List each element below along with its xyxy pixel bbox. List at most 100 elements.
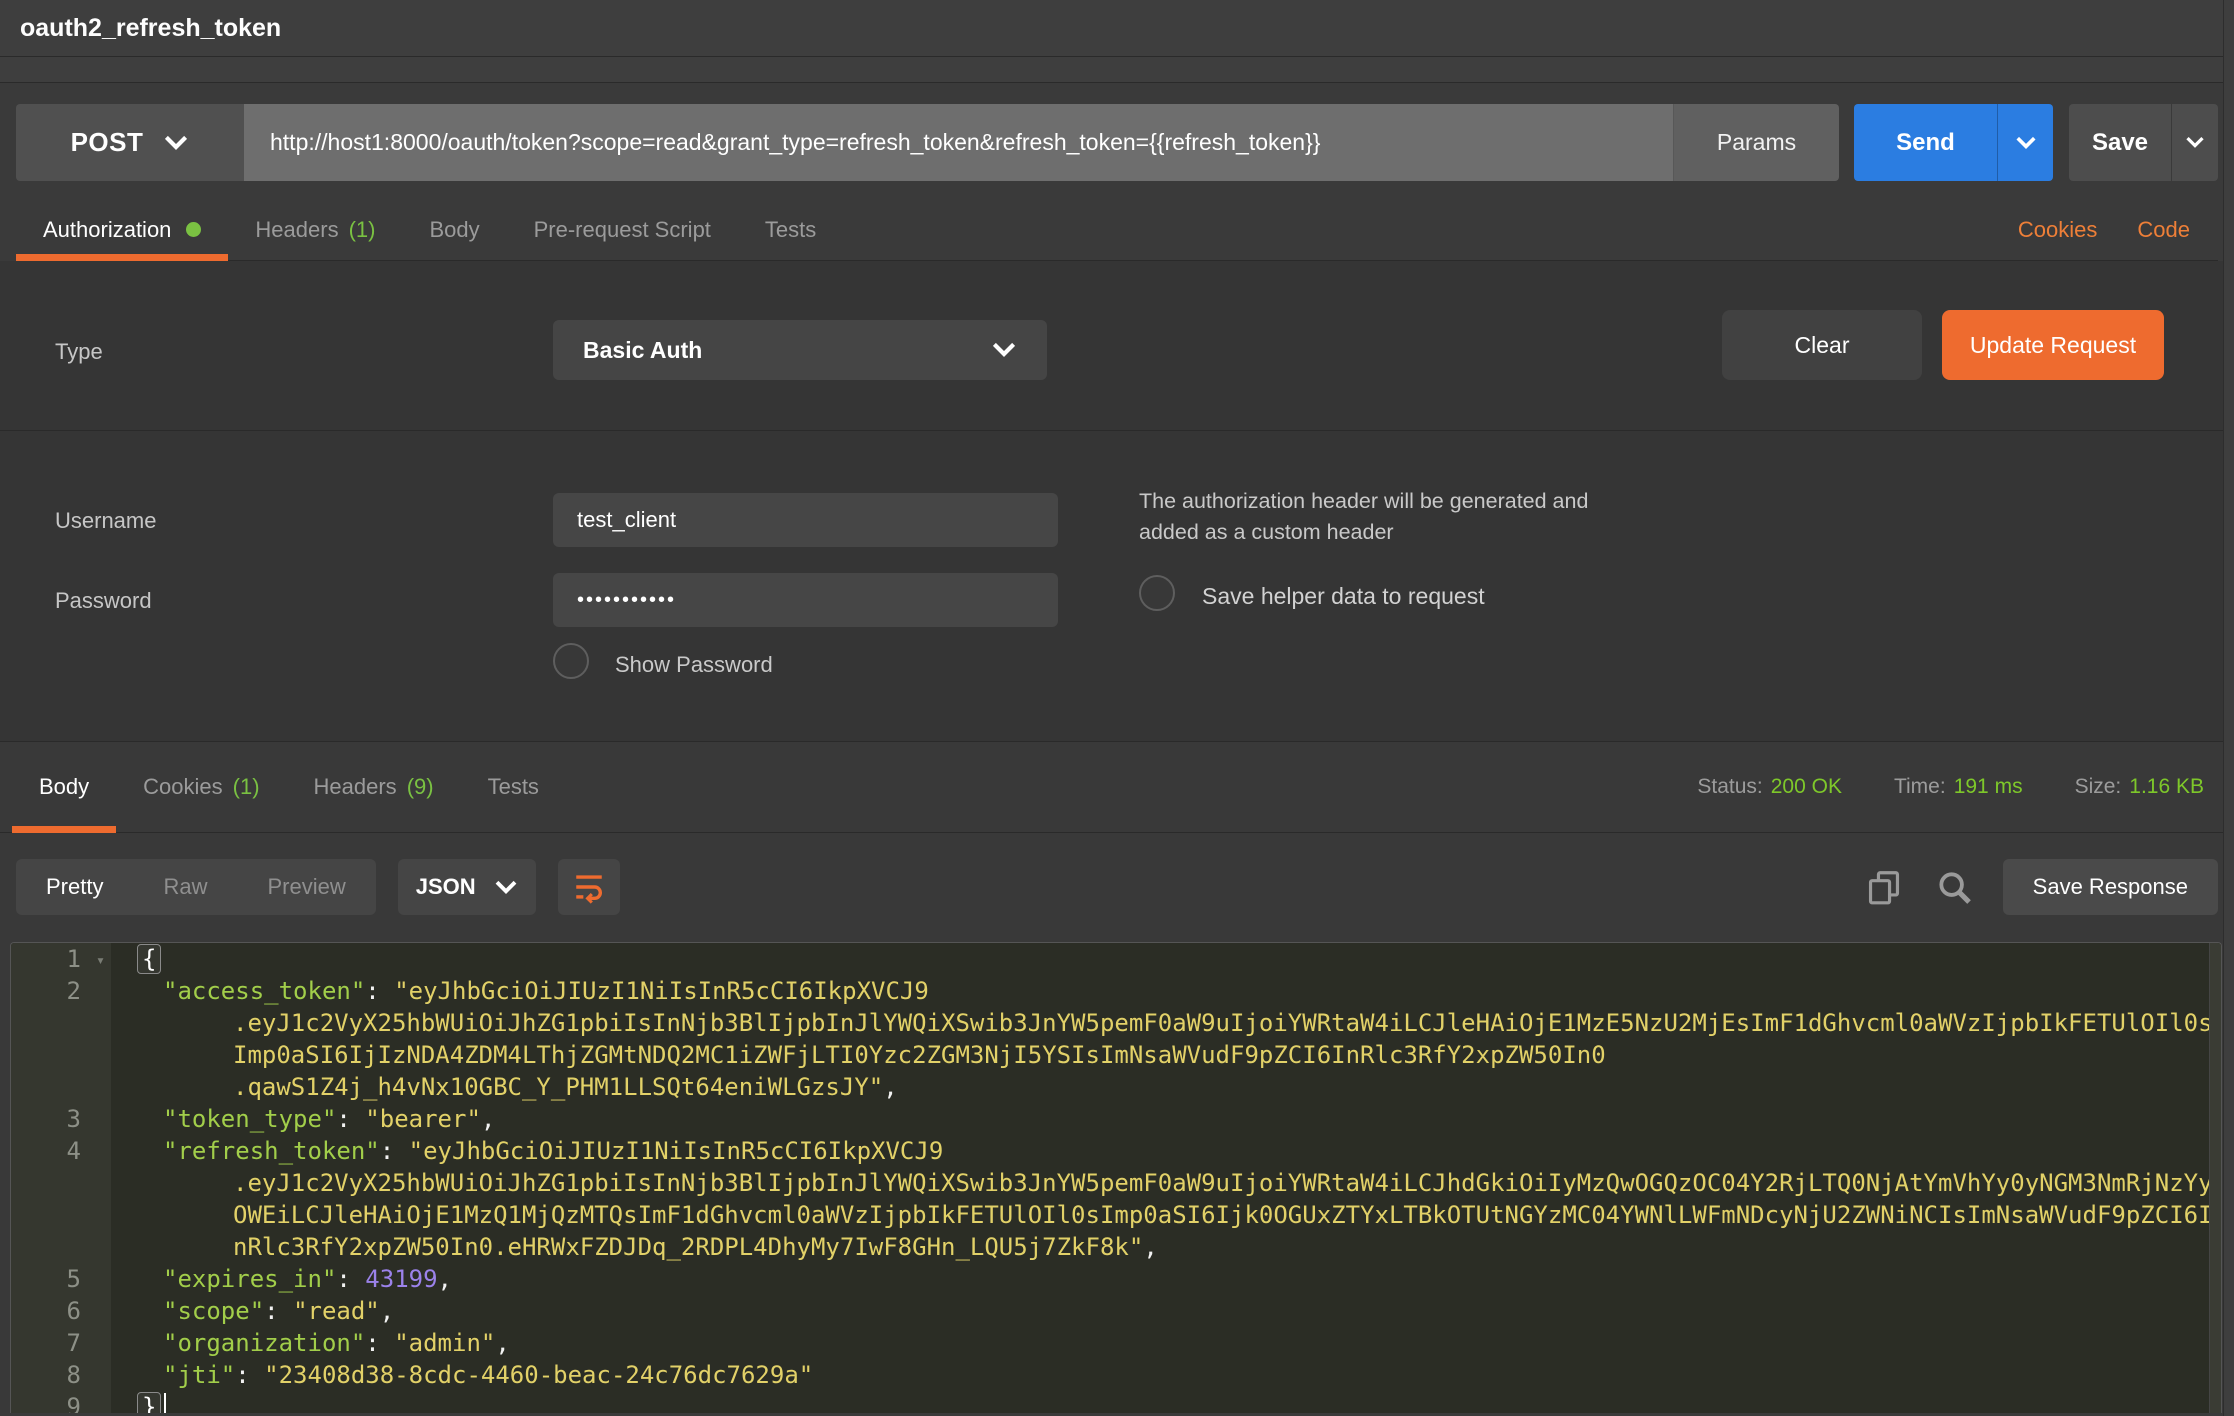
show-password-radio[interactable] [553, 643, 589, 679]
code-text: { [111, 943, 161, 975]
tab-label: Body [39, 774, 89, 800]
code-line: .qawS1Z4j_h4vNx10GBC_Y_PHM1LLSQt64eniWLG… [11, 1071, 2221, 1103]
code-link[interactable]: Code [2137, 217, 2190, 243]
search-response-button[interactable] [1933, 866, 1975, 908]
format-dropdown[interactable]: JSON [398, 859, 536, 915]
tab-count-badge: (1) [233, 774, 260, 800]
tab-label: Cookies [143, 774, 222, 800]
tab-label: Tests [765, 217, 816, 243]
tab-count-badge: (1) [349, 217, 376, 243]
section-divider [0, 430, 2234, 431]
view-pretty[interactable]: Pretty [16, 859, 133, 915]
wrap-text-button[interactable] [558, 859, 620, 915]
code-line: 8"jti": "23408d38-8cdc-4460-beac-24c76dc… [11, 1359, 2221, 1391]
code-line: 4"refresh_token": "eyJhbGciOiJIUzI1NiIsI… [11, 1135, 2221, 1167]
tab-label: Pre-request Script [534, 217, 711, 243]
save-button-group: Save [2069, 104, 2218, 181]
tab-pre-request-script[interactable]: Pre-request Script [507, 199, 738, 260]
meta-label: Status: [1697, 775, 1762, 798]
code-line: 6"scope": "read", [11, 1295, 2221, 1327]
code-line: OWEiLCJleHAiOjE1MzQ1MjQzMTQsImF1dGhvcml0… [11, 1199, 2221, 1231]
response-tab-cookies[interactable]: Cookies (1) [116, 742, 286, 832]
password-field[interactable] [553, 573, 1058, 627]
save-response-button[interactable]: Save Response [2003, 859, 2218, 915]
tab-tests[interactable]: Tests [738, 199, 843, 260]
method-value: POST [71, 127, 144, 158]
code-line: 1▾{ [11, 943, 2221, 975]
response-status: Status:200 OK [1697, 775, 1842, 799]
tab-body[interactable]: Body [402, 199, 506, 260]
send-options-button[interactable] [1997, 104, 2053, 181]
response-time: Time:191 ms [1894, 775, 2023, 799]
line-number: 4 [11, 1135, 111, 1167]
update-request-button[interactable]: Update Request [1942, 310, 2164, 380]
response-tab-headers[interactable]: Headers(9) [287, 742, 461, 832]
params-button[interactable]: Params [1673, 104, 1839, 181]
authorization-panel: Type Basic Auth Clear Update Request Use… [0, 261, 2234, 742]
code-line: 7"organization": "admin", [11, 1327, 2221, 1359]
code-line: .eyJ1c2VyX25hbWUiOiJhZG1pbiIsInNjb3BlIjp… [11, 1167, 2221, 1199]
response-body-editor[interactable]: 1▾{2"access_token": "eyJhbGciOiJIUzI1NiI… [10, 942, 2222, 1413]
method-dropdown[interactable]: POST [16, 104, 244, 181]
request-title-bar: oauth2_refresh_token [0, 0, 2234, 57]
line-number [11, 1199, 111, 1231]
code-text: OWEiLCJleHAiOjE1MzQ1MjQzMTQsImF1dGhvcml0… [111, 1199, 2213, 1231]
save-button[interactable]: Save [2069, 104, 2171, 181]
code-scrollbar[interactable] [2209, 943, 2221, 1413]
response-tab-body[interactable]: Body [12, 742, 116, 832]
username-field[interactable] [553, 493, 1058, 547]
url-input[interactable] [244, 104, 1673, 181]
auth-helper-note: The authorization header will be generat… [1139, 486, 1588, 548]
chevron-down-icon [991, 342, 1017, 358]
code-line: 9} [11, 1391, 2221, 1413]
code-text: "scope": "read", [111, 1295, 394, 1327]
chevron-down-icon [163, 135, 189, 151]
cookies-link[interactable]: Cookies [2018, 217, 2097, 243]
line-number: 2 [11, 975, 111, 1007]
meta-value: 191 ms [1954, 775, 2023, 798]
save-helper-label: Save helper data to request [1202, 583, 1485, 610]
wrap-text-icon [572, 870, 606, 904]
meta-label: Size: [2075, 775, 2122, 798]
line-number [11, 1007, 111, 1039]
view-raw[interactable]: Raw [133, 859, 237, 915]
clear-button[interactable]: Clear [1722, 310, 1922, 380]
view-preview[interactable]: Preview [237, 859, 375, 915]
response-tabs: Body Cookies (1) Headers(9) Tests Status:200… [0, 742, 2234, 833]
line-number [11, 1231, 111, 1263]
tab-label: Tests [488, 774, 539, 800]
auth-type-value: Basic Auth [583, 337, 991, 364]
tab-headers[interactable]: Headers(1) [228, 199, 402, 260]
line-number: 1▾ [11, 943, 111, 975]
code-line: Imp0aSI6IjIzNDA4ZDM4LThjZGMtNDQ2MC1iZWFj… [11, 1039, 2221, 1071]
code-text: "organization": "admin", [111, 1327, 510, 1359]
send-button[interactable]: Send [1854, 104, 1997, 181]
line-number [11, 1167, 111, 1199]
save-helper-radio[interactable] [1139, 575, 1175, 611]
response-toolbar: PrettyRawPreview JSON [0, 833, 2234, 915]
copy-response-button[interactable] [1863, 866, 1905, 908]
tab-authorization[interactable]: Authorization [16, 199, 228, 260]
auth-type-dropdown[interactable]: Basic Auth [553, 320, 1047, 380]
code-text: nRlc3RfY2xpZW50In0.eHRWxFZDJDq_2RDPL4Dhy… [111, 1231, 1158, 1263]
username-label: Username [55, 508, 156, 534]
save-options-button[interactable] [2171, 104, 2218, 181]
code-line: .eyJ1c2VyX25hbWUiOiJhZG1pbiIsInNjb3BlIjp… [11, 1007, 2221, 1039]
tab-label: Authorization [43, 217, 171, 243]
code-text: .eyJ1c2VyX25hbWUiOiJhZG1pbiIsInNjb3BlIjp… [111, 1167, 2213, 1199]
show-password-label: Show Password [615, 652, 773, 678]
response-tab-tests[interactable]: Tests [461, 742, 566, 832]
code-text: Imp0aSI6IjIzNDA4ZDM4LThjZGMtNDQ2MC1iZWFj… [111, 1039, 1606, 1071]
response-panel: Body Cookies (1) Headers(9) Tests Status:200… [0, 742, 2234, 1413]
send-button-group: Send [1854, 104, 2053, 181]
request-url-row: POST Params Send Save [16, 104, 2218, 181]
fold-toggle-icon[interactable]: ▾ [96, 944, 105, 976]
code-text: "refresh_token": "eyJhbGciOiJIUzI1NiIsIn… [111, 1135, 943, 1167]
line-number: 3 [11, 1103, 111, 1135]
code-text: "token_type": "bearer", [111, 1103, 495, 1135]
request-tabs-list: Authorization Headers(1)Body Pre-request S… [16, 199, 843, 260]
tab-label: Headers [314, 774, 397, 800]
request-tabs-links: Cookies Code [2018, 199, 2218, 260]
response-meta: Status:200 OKTime:191 msSize:1.16 KB [1697, 775, 2234, 799]
copy-icon [1865, 868, 1903, 906]
